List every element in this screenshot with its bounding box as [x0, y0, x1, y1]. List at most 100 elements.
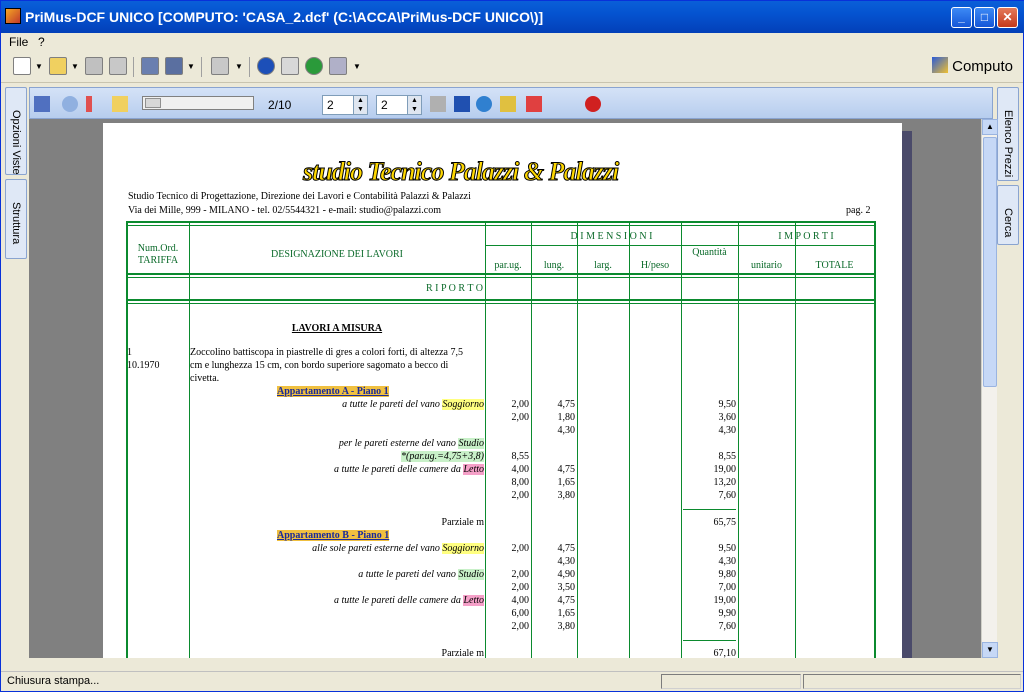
zoom-level-icon[interactable]: [86, 96, 92, 112]
page-number: pag. 2: [846, 205, 871, 216]
chevron-down-icon[interactable]: ▼: [235, 62, 243, 71]
col-larg: larg.: [594, 260, 612, 271]
quantity-value: 4,30: [718, 425, 737, 436]
measure-label-text: a tutte le pareti delle camere da: [333, 595, 464, 606]
vertical-scrollbar[interactable]: ▲ ▼: [981, 119, 998, 658]
tab-struttura[interactable]: Struttura: [5, 179, 27, 259]
col-dimensioni: D I M E N S I O N I: [570, 231, 653, 242]
main-toolbar: ▼ ▼ ▼ ▼ ▼: [1, 51, 1023, 83]
partial-value: 67,10: [713, 648, 737, 658]
plugin-icon[interactable]: [329, 57, 347, 75]
partial-label: Parziale m: [441, 648, 484, 658]
scroll-up-arrow[interactable]: ▲: [982, 119, 998, 135]
zoom-icon[interactable]: [62, 96, 78, 112]
copy-icon[interactable]: [112, 96, 128, 112]
quantity-value: 19,00: [713, 464, 737, 475]
left-panel: Opzioni Viste Struttura: [5, 87, 27, 261]
measure-label: a tutte le pareti del vano Soggiorno: [190, 399, 484, 410]
tools-icon[interactable]: [281, 57, 299, 75]
menu-file[interactable]: File: [9, 35, 28, 49]
lung-value: 4,75: [557, 464, 576, 475]
quantity-value: 3,60: [718, 412, 737, 423]
web-export-icon[interactable]: [476, 96, 492, 112]
par-value: 6,00: [511, 608, 530, 619]
slider-thumb[interactable]: [145, 98, 161, 108]
help-icon[interactable]: [257, 57, 275, 75]
close-button[interactable]: ✕: [997, 7, 1018, 28]
lung-value: 3,80: [557, 621, 576, 632]
par-value: 2,00: [511, 412, 530, 423]
page-view-icon[interactable]: [34, 96, 50, 112]
col-unitario: unitario: [750, 260, 783, 271]
par-value: 2,00: [511, 490, 530, 501]
lung-value: 1,65: [557, 608, 576, 619]
archive-icon[interactable]: [85, 57, 103, 75]
measure-label: *(par.ug.=4,75+3,8): [190, 451, 484, 462]
tab-cerca[interactable]: Cerca: [997, 185, 1019, 245]
draw-icon[interactable]: [500, 96, 516, 112]
quantity-value: 19,00: [713, 595, 737, 606]
riporto-border: [126, 299, 874, 301]
col-tariffa: TARIFFA: [137, 255, 179, 266]
close-preview-icon[interactable]: [585, 96, 601, 112]
lung-value: 3,80: [557, 490, 576, 501]
lung-value: 4,75: [557, 399, 576, 410]
partial-underline: [683, 640, 736, 641]
mail-icon[interactable]: [109, 57, 127, 75]
spinner-arrows[interactable]: ▲ ▼: [353, 96, 367, 114]
info-icon[interactable]: [305, 57, 323, 75]
lung-value: 4,30: [557, 556, 576, 567]
pdf-export-icon[interactable]: [526, 96, 542, 112]
company-logo: studio Tecnico Palazzi & Palazzi: [302, 157, 619, 187]
item-description: civetta.: [190, 373, 220, 384]
quantity-value: 8,55: [718, 451, 737, 462]
page-slider[interactable]: [142, 96, 254, 110]
par-value: 2,00: [511, 582, 530, 593]
chevron-down-icon[interactable]: ▼: [187, 62, 195, 71]
group-title: Appartamento B - Piano 1: [277, 530, 390, 541]
measure-label-text: a tutte le pareti del vano: [342, 399, 443, 410]
par-value: 4,00: [511, 595, 530, 606]
tab-opzioni-viste[interactable]: Opzioni Viste: [5, 87, 27, 175]
lung-value: 4,75: [557, 543, 576, 554]
measure-label-text: alle sole pareti esterne del vano: [312, 543, 443, 554]
col-parug: par.ug.: [494, 260, 522, 271]
quantity-value: 7,00: [718, 582, 737, 593]
chevron-down-icon[interactable]: ▼: [35, 62, 43, 71]
maximize-button[interactable]: □: [974, 7, 995, 28]
scroll-down-arrow[interactable]: ▼: [982, 642, 998, 658]
room-name: Soggiorno: [442, 399, 484, 410]
toolbar-separator: [201, 57, 202, 77]
print-icon[interactable]: [211, 57, 229, 75]
item-description: cm e lunghezza 15 cm, con bordo superior…: [190, 360, 449, 371]
section-title: LAVORI A MISURA: [291, 323, 383, 334]
tab-elenco-prezzi[interactable]: Elenco Prezzi: [997, 87, 1019, 181]
lung-value: 4,90: [557, 569, 576, 580]
spinner-arrows[interactable]: ▲ ▼: [407, 96, 421, 114]
save-icon[interactable]: [141, 57, 159, 75]
quantity-value: 9,50: [718, 399, 737, 410]
chevron-down-icon[interactable]: ▼: [353, 62, 361, 71]
print-icon[interactable]: [430, 96, 446, 112]
measure-label-text: a tutte le pareti del vano: [358, 569, 459, 580]
page-indicator: 2/10: [268, 98, 292, 112]
mode-label[interactable]: Computo: [932, 57, 1013, 75]
to-page-spinner[interactable]: 2 ▲ ▼: [376, 95, 422, 115]
col-importi: I M P O R T I: [778, 231, 834, 242]
measure-label: per le pareti esterne del vano Studio: [190, 438, 484, 449]
lung-value: 4,30: [557, 425, 576, 436]
from-page-spinner[interactable]: 2 ▲ ▼: [322, 95, 368, 115]
menu-help[interactable]: ?: [38, 35, 45, 49]
open-folder-icon[interactable]: [49, 57, 67, 75]
room-name: Soggiorno: [442, 543, 484, 554]
minimize-button[interactable]: _: [951, 7, 972, 28]
chevron-down-icon[interactable]: ▼: [71, 62, 79, 71]
save-all-icon[interactable]: [165, 57, 183, 75]
scroll-thumb[interactable]: [983, 137, 997, 387]
col-num: Num.Ord.: [137, 243, 179, 254]
measure-label-text: *(par.ug.=4,75+3,8): [401, 451, 484, 462]
new-document-icon[interactable]: [13, 57, 31, 75]
partial-label: Parziale m: [441, 517, 484, 528]
word-export-icon[interactable]: [454, 96, 470, 112]
par-value: 2,00: [511, 621, 530, 632]
